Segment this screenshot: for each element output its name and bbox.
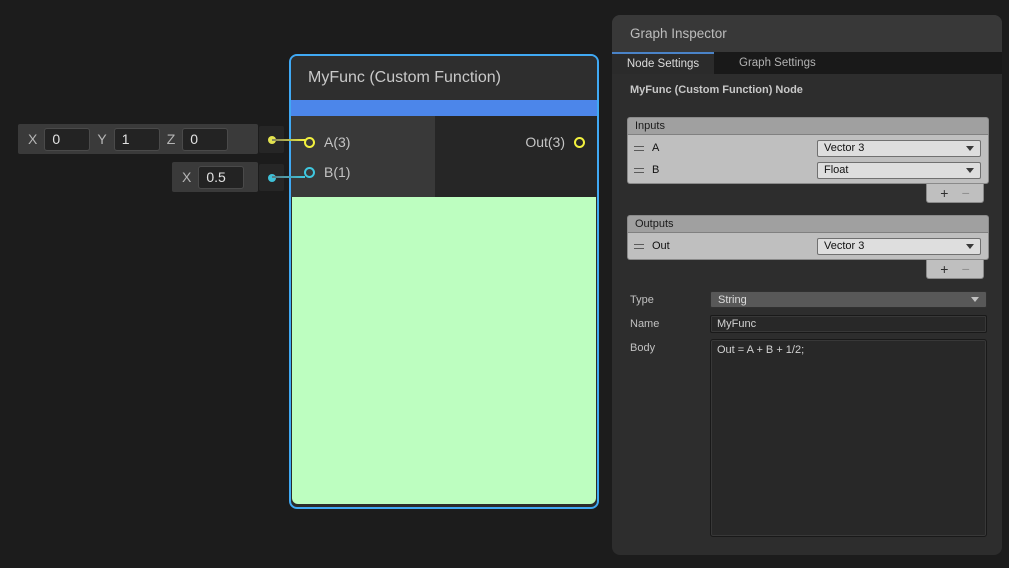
outputs-list-title: Outputs [635, 218, 674, 230]
float-x-field[interactable]: 0.5 [198, 166, 244, 189]
outputs-list-footer: + − [926, 260, 984, 279]
inputs-list-header: Inputs [627, 117, 989, 135]
node-accent-bar [291, 100, 597, 116]
chevron-down-icon [966, 168, 974, 173]
remove-input-button[interactable]: − [962, 186, 970, 200]
add-input-button[interactable]: + [940, 186, 948, 200]
port-b-label: B(1) [324, 164, 350, 180]
chevron-down-icon [966, 146, 974, 151]
vector3-x-field[interactable]: 0 [44, 128, 90, 151]
inspector-titlebar[interactable]: Graph Inspector [612, 15, 1002, 52]
output-out-name: Out [652, 240, 817, 252]
float-input-widget: X 0.5 [172, 162, 258, 192]
port-a-label: A(3) [324, 134, 350, 150]
output-out-type-value: Vector 3 [824, 240, 966, 252]
port-row-out: Out(3) [435, 127, 597, 157]
tab-node-settings[interactable]: Node Settings [612, 52, 714, 74]
edge-float-to-b[interactable] [272, 176, 305, 178]
node-myfunc[interactable]: MyFunc (Custom Function) A(3) B(1) Out(3… [289, 54, 599, 509]
vector3-x-label: X [28, 131, 37, 147]
tab-graph-settings[interactable]: Graph Settings [725, 52, 830, 74]
inputs-list: Inputs A Vector 3 B Float + [627, 117, 989, 203]
vector3-y-label: Y [97, 131, 106, 147]
input-b-type-dropdown[interactable]: Float [817, 162, 981, 179]
port-b-icon[interactable] [304, 167, 315, 178]
name-field-row: Name MyFunc [630, 315, 987, 333]
node-output-ports: Out(3) [435, 116, 597, 197]
edge-vector3-to-a[interactable] [272, 139, 305, 141]
float-x-label: X [182, 169, 191, 185]
vector3-z-label: Z [167, 131, 176, 147]
chevron-down-icon [966, 244, 974, 249]
input-b-type-value: Float [824, 164, 966, 176]
port-row-a: A(3) [291, 127, 435, 157]
type-dropdown[interactable]: String [710, 291, 987, 308]
output-out-type-dropdown[interactable]: Vector 3 [817, 238, 981, 255]
drag-handle-icon[interactable] [634, 146, 644, 151]
inputs-list-body: A Vector 3 B Float [627, 135, 989, 184]
list-item[interactable]: A Vector 3 [628, 137, 988, 159]
type-label: Type [630, 291, 710, 308]
name-input[interactable]: MyFunc [710, 315, 987, 333]
inputs-list-footer: + − [926, 184, 984, 203]
remove-output-button[interactable]: − [962, 262, 970, 276]
type-value: String [718, 294, 971, 306]
outputs-list-header: Outputs [627, 215, 989, 233]
input-a-type-value: Vector 3 [824, 142, 966, 154]
vector3-y-field[interactable]: 1 [114, 128, 160, 151]
chevron-down-icon [971, 297, 979, 302]
list-item[interactable]: B Float [628, 159, 988, 181]
body-label: Body [630, 339, 710, 537]
input-a-name: A [652, 142, 817, 154]
port-a-icon[interactable] [304, 137, 315, 148]
outputs-list: Outputs Out Vector 3 + − [627, 215, 989, 279]
node-preview [292, 197, 596, 504]
input-b-name: B [652, 164, 817, 176]
list-item[interactable]: Out Vector 3 [628, 235, 988, 257]
inputs-list-title: Inputs [635, 120, 665, 132]
drag-handle-icon[interactable] [634, 168, 644, 173]
inspector-tabrow: Node Settings Graph Settings [612, 52, 1002, 74]
input-a-type-dropdown[interactable]: Vector 3 [817, 140, 981, 157]
body-field-row: Body Out = A + B + 1/2; [630, 339, 987, 537]
type-field-row: Type String [630, 291, 987, 308]
node-title: MyFunc (Custom Function) [291, 56, 597, 100]
body-textarea[interactable]: Out = A + B + 1/2; [710, 339, 987, 537]
port-out-label: Out(3) [525, 134, 565, 150]
inspector-title: Graph Inspector [630, 26, 727, 41]
port-row-b: B(1) [291, 157, 435, 187]
graph-inspector-panel: Graph Inspector Node Settings Graph Sett… [612, 15, 1002, 555]
name-label: Name [630, 315, 710, 333]
node-input-ports: A(3) B(1) [291, 116, 435, 197]
outputs-list-body: Out Vector 3 [627, 233, 989, 260]
add-output-button[interactable]: + [940, 262, 948, 276]
vector3-input-widget: X 0 Y 1 Z 0 [18, 124, 258, 154]
port-out-icon[interactable] [574, 137, 585, 148]
drag-handle-icon[interactable] [634, 244, 644, 249]
node-settings-heading: MyFunc (Custom Function) Node [630, 84, 1002, 96]
vector3-z-field[interactable]: 0 [182, 128, 228, 151]
